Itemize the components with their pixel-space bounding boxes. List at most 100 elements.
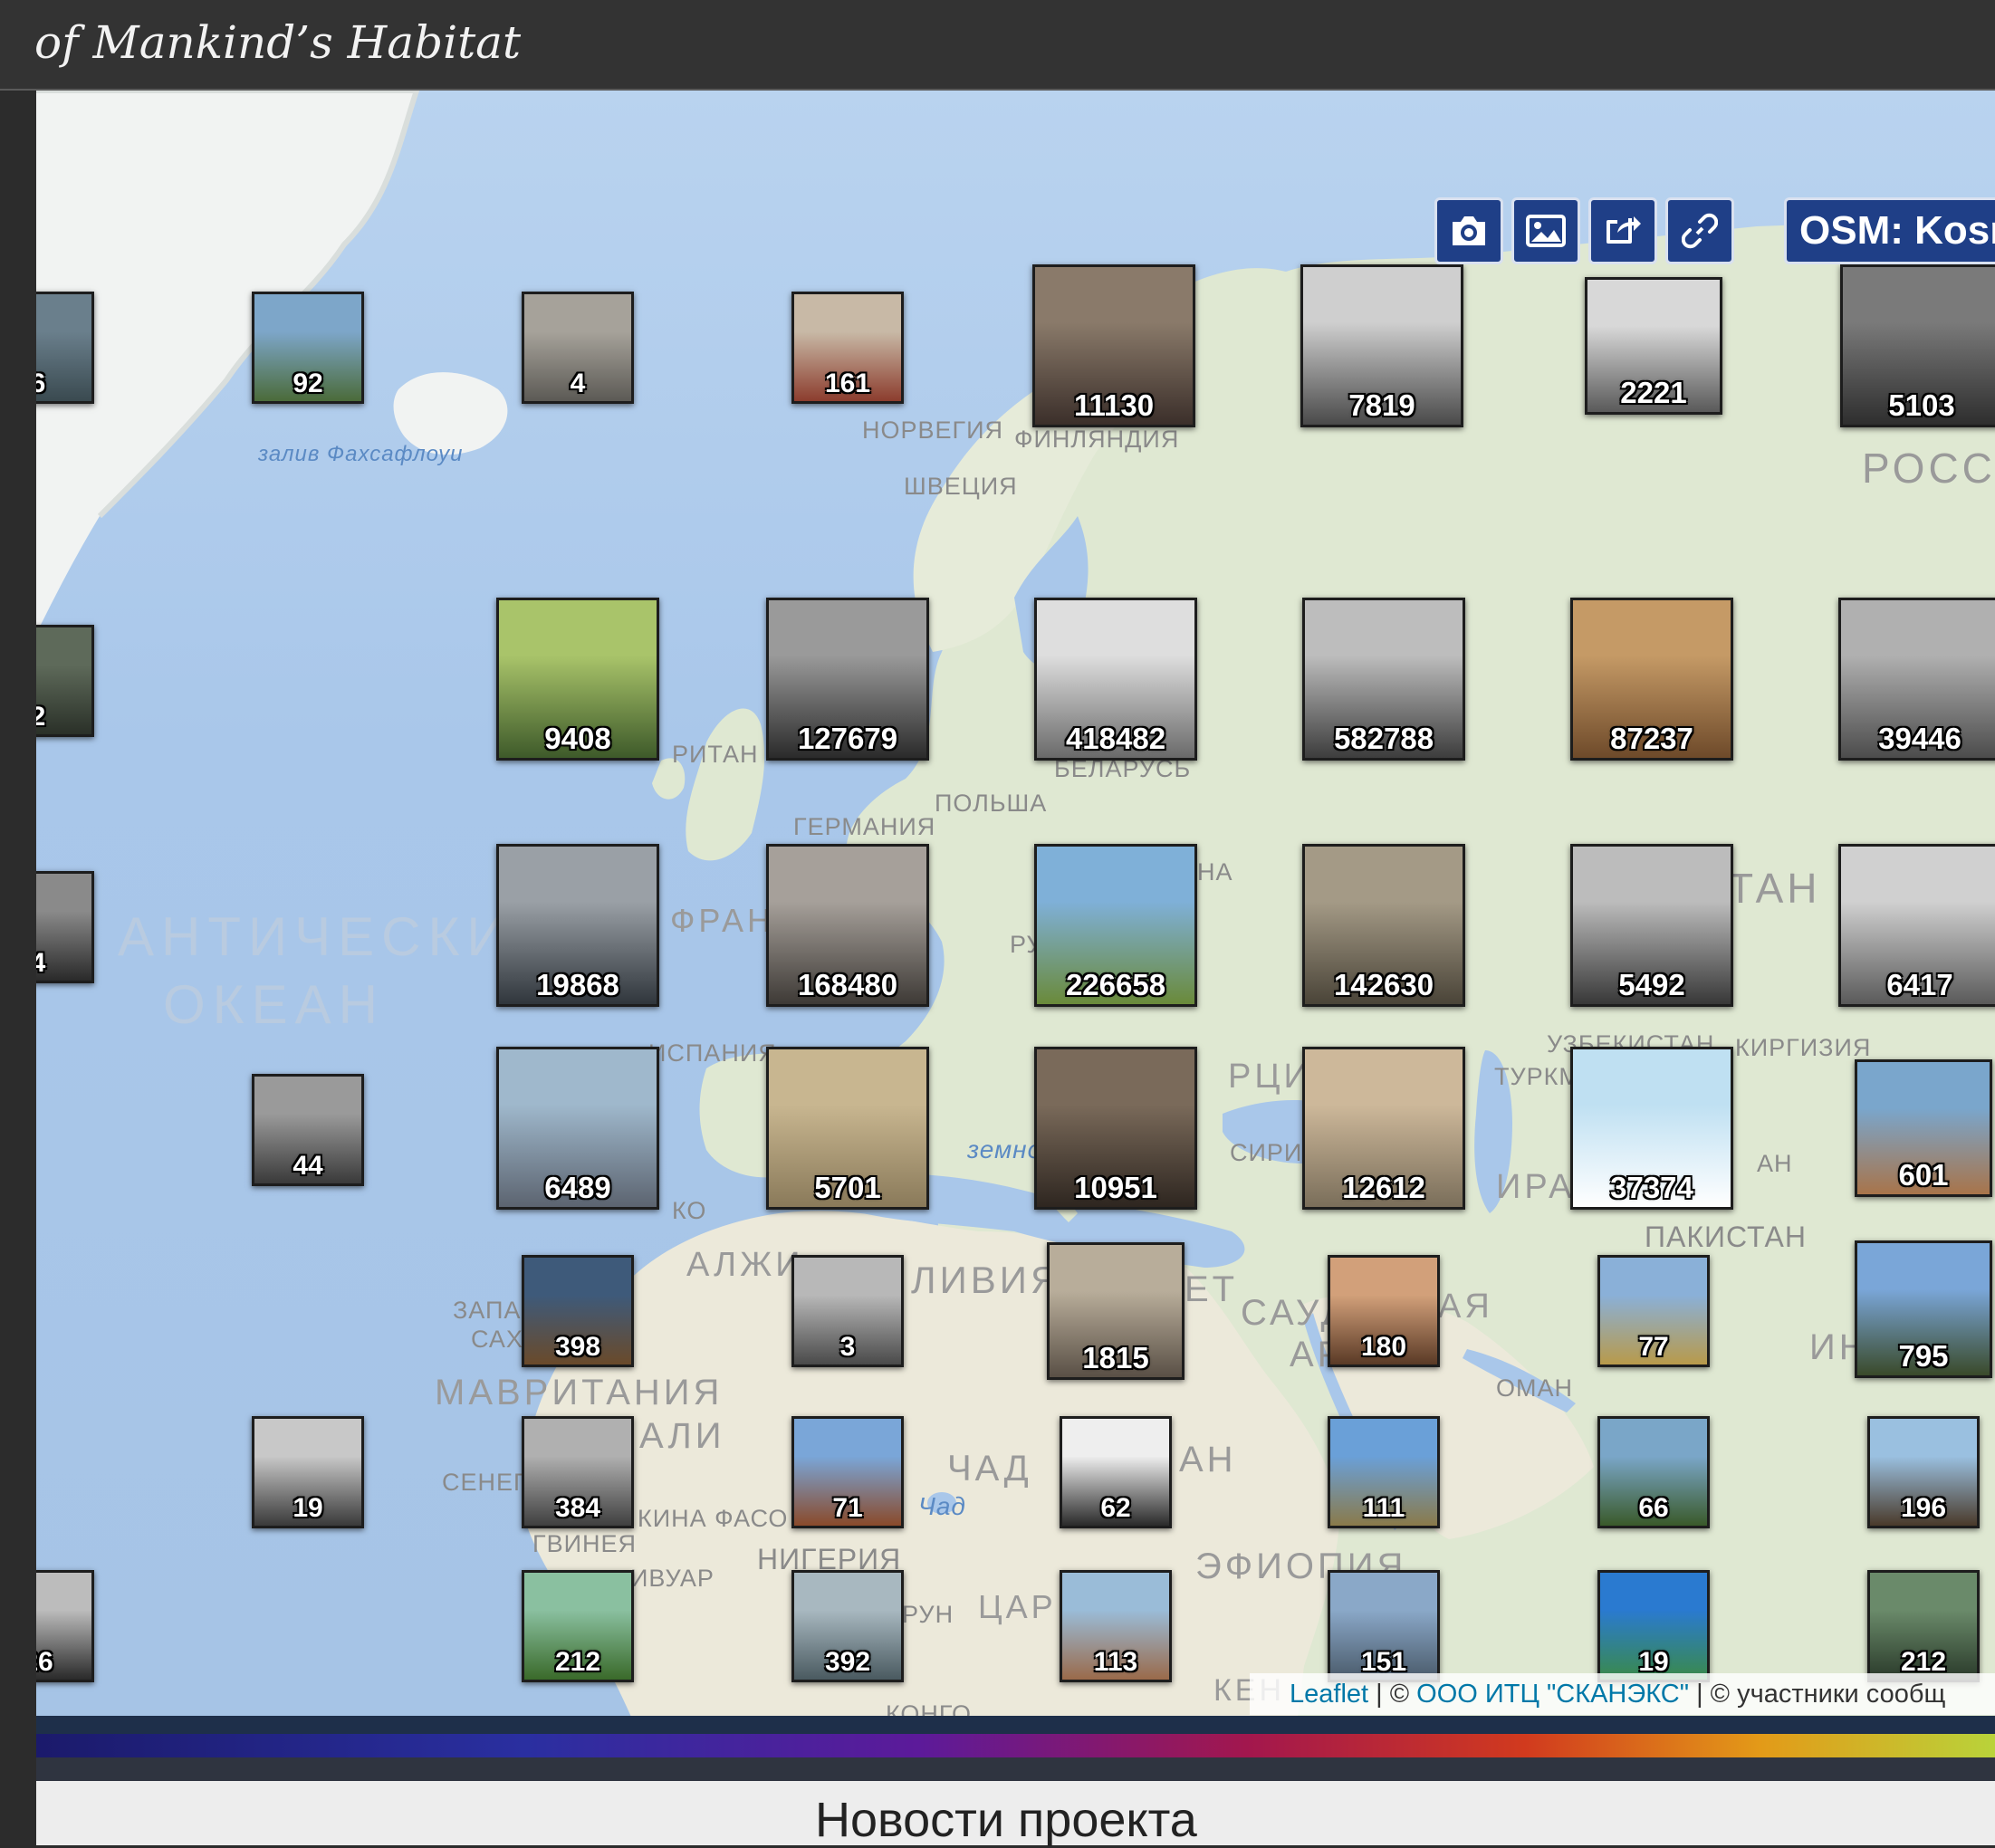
photo-cluster[interactable]: 127679 [766, 598, 929, 761]
photo-cluster-count: 601 [1898, 1158, 1949, 1192]
photo-cluster[interactable]: 111 [1328, 1416, 1440, 1528]
photo-cluster[interactable]: 19868 [496, 844, 659, 1007]
label-egypt: ЕТ [1185, 1269, 1239, 1309]
photo-cluster[interactable]: 19 [1597, 1570, 1710, 1682]
photo-cluster[interactable]: 196 [1867, 1416, 1980, 1528]
map-view[interactable]: НОРВЕГИЯ ФИНЛЯНДИЯ ШВЕЦИЯ РОСС залив Фах… [36, 91, 1995, 1716]
label-ocean: ОКЕАН [163, 974, 385, 1035]
footer-stripe-dark [36, 1716, 1995, 1734]
photo-cluster-count: 168480 [797, 968, 898, 1001]
photo-cluster-count: 39446 [1878, 722, 1961, 755]
osm-contributors-text: | © участники сообщ [1689, 1680, 1946, 1709]
photo-cluster[interactable]: 66 [1597, 1416, 1710, 1528]
map-layer-selector[interactable]: OSM: Kosmo [1784, 197, 1995, 264]
photo-cluster[interactable]: 6489 [496, 1047, 659, 1210]
photo-cluster[interactable]: 4 [36, 871, 94, 983]
share-button[interactable] [1588, 197, 1657, 264]
photo-cluster[interactable]: 2 [36, 625, 94, 737]
label-poland: ПОЛЬША [935, 790, 1048, 817]
label-libya: ЛИВИЯ [911, 1259, 1062, 1301]
photo-cluster[interactable]: 601 [1855, 1059, 1992, 1197]
photo-cluster[interactable]: 44 [252, 1074, 364, 1186]
photo-cluster[interactable]: 582788 [1302, 598, 1465, 761]
photo-cluster[interactable]: 161 [791, 292, 904, 404]
photo-layer-button[interactable] [1511, 197, 1580, 264]
photo-cluster[interactable]: 92 [252, 292, 364, 404]
photo-cluster[interactable]: 151 [1328, 1570, 1440, 1682]
label-guinea: ГВИНЕЯ [532, 1530, 638, 1557]
photo-cluster-count: 582788 [1333, 722, 1434, 755]
photo-cluster[interactable]: 212 [522, 1570, 634, 1682]
photo-cluster-count: 384 [554, 1493, 601, 1523]
photo-cluster[interactable]: 2221 [1585, 277, 1722, 415]
photo-cluster-count: 77 [1638, 1332, 1669, 1362]
photo-cluster[interactable]: 26 [36, 1570, 94, 1682]
leaflet-link[interactable]: Leaflet [1290, 1680, 1368, 1709]
photo-cluster[interactable]: 168480 [766, 844, 929, 1007]
photo-cluster[interactable]: 113 [1060, 1570, 1172, 1682]
photo-cluster-count: 44 [293, 1151, 323, 1181]
photo-cluster[interactable]: 11130 [1032, 264, 1195, 427]
scanex-link[interactable]: ООО ИТЦ "СКАНЭКС" [1416, 1680, 1689, 1709]
photo-cluster[interactable]: 37374 [1570, 1047, 1733, 1210]
photo-cluster-count: 161 [824, 369, 871, 398]
image-icon [1526, 215, 1566, 247]
photo-cluster[interactable]: 212 [1867, 1570, 1980, 1682]
label-syria: СИРИ [1230, 1139, 1303, 1166]
photo-cluster-count: 127679 [797, 722, 898, 755]
photo-cluster[interactable]: 62 [1060, 1416, 1172, 1528]
photo-cluster-count: 3 [839, 1332, 856, 1362]
label-faxafloi: залив Фахсафлоуи [258, 442, 464, 466]
link-button[interactable] [1665, 197, 1734, 264]
photo-cluster[interactable]: 10951 [1034, 1047, 1197, 1210]
photo-cluster-count: 87237 [1610, 722, 1693, 755]
label-pakistan: ПАКИСТАН [1645, 1221, 1807, 1253]
photo-cluster[interactable]: 6417 [1838, 844, 1995, 1007]
label-car: ЦАР [978, 1588, 1057, 1625]
photo-cluster[interactable]: 142630 [1302, 844, 1465, 1007]
label-norway: НОРВЕГИЯ [862, 417, 1004, 444]
photo-cluster[interactable]: 5103 [1840, 264, 1995, 427]
photo-cluster[interactable]: 180 [1328, 1255, 1440, 1367]
photo-cluster[interactable]: 5701 [766, 1047, 929, 1210]
photo-cluster[interactable]: 392 [791, 1570, 904, 1682]
photo-cluster-count: 10951 [1074, 1171, 1157, 1204]
label-morocco: КО [672, 1197, 707, 1224]
photo-cluster[interactable]: 9408 [496, 598, 659, 761]
label-burkina-faso: КИНА ФАСО [638, 1505, 789, 1532]
photo-cluster[interactable]: 6 [36, 292, 94, 404]
photo-cluster-count: 6 [36, 369, 91, 399]
label-lake-chad: Чад [918, 1492, 966, 1520]
photo-cluster[interactable]: 1815 [1047, 1242, 1185, 1380]
screenshot-button[interactable] [1434, 197, 1503, 264]
photo-cluster[interactable]: 795 [1855, 1240, 1992, 1378]
photo-cluster[interactable]: 7819 [1300, 264, 1463, 427]
photo-cluster[interactable]: 87237 [1570, 598, 1733, 761]
photo-cluster[interactable]: 384 [522, 1416, 634, 1528]
photo-cluster-count: 142630 [1333, 968, 1434, 1001]
photo-cluster-count: 12612 [1342, 1171, 1425, 1204]
news-title: Новости проекта [815, 1793, 1197, 1847]
photo-cluster-count: 6489 [544, 1171, 611, 1204]
photo-cluster[interactable]: 4 [522, 292, 634, 404]
label-finland: ФИНЛЯНДИЯ [1014, 426, 1180, 453]
photo-cluster-count: 5701 [814, 1171, 881, 1204]
photo-cluster[interactable]: 19 [252, 1416, 364, 1528]
label-congo: КОНГО [886, 1700, 973, 1716]
photo-cluster[interactable]: 5492 [1570, 844, 1733, 1007]
site-title: of Mankind’s Habitat [34, 16, 522, 69]
photo-cluster-count: 392 [824, 1647, 871, 1677]
photo-cluster[interactable]: 12612 [1302, 1047, 1465, 1210]
photo-cluster[interactable]: 39446 [1838, 598, 1995, 761]
photo-cluster[interactable]: 3 [791, 1255, 904, 1367]
photo-cluster-count: 4 [36, 948, 91, 979]
share-icon [1607, 216, 1641, 244]
photo-cluster[interactable]: 77 [1597, 1255, 1710, 1367]
photo-cluster[interactable]: 418482 [1034, 598, 1197, 761]
photo-cluster-count: 5103 [1888, 388, 1955, 422]
photo-cluster-count: 66 [1638, 1493, 1669, 1523]
camera-icon [1453, 216, 1485, 245]
photo-cluster[interactable]: 226658 [1034, 844, 1197, 1007]
photo-cluster[interactable]: 398 [522, 1255, 634, 1367]
photo-cluster[interactable]: 71 [791, 1416, 904, 1528]
